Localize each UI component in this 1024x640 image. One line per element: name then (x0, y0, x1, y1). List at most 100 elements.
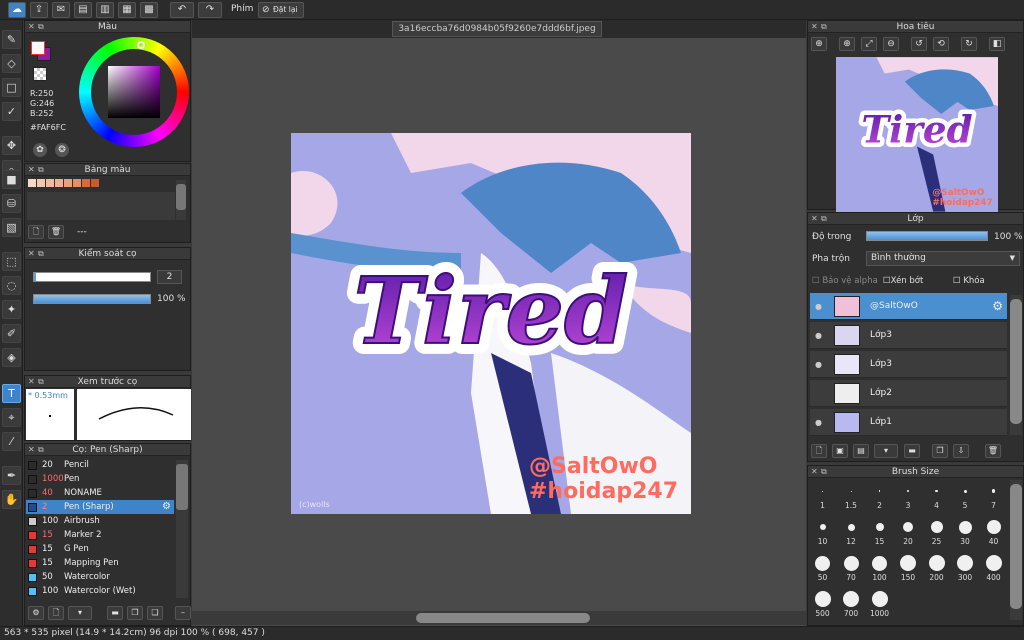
hand-tool-icon[interactable]: ✋ (2, 490, 21, 509)
brush-item[interactable]: 100 Watercolor (Wet) (26, 584, 174, 598)
brush-size-preset[interactable]: 3 (896, 481, 921, 510)
brush-size-preset[interactable]: 12 (839, 517, 864, 546)
trash-icon[interactable]: 🗑 (48, 225, 64, 239)
detach-icon[interactable]: ⧉ (821, 21, 827, 33)
brush-size-preset[interactable]: 7 (981, 481, 1006, 510)
lock-option[interactable]: ☐ Khóa (953, 276, 985, 286)
operation-tool-icon[interactable]: ⌖ (2, 408, 21, 427)
reset-button[interactable]: ⊘ Đặt lại (258, 2, 304, 18)
brush-item[interactable]: 15 Mapping Pen (26, 556, 174, 570)
brush-size-preset[interactable]: 30 (953, 517, 978, 546)
hue-ring[interactable] (79, 37, 189, 147)
brush-item[interactable]: 20 Pencil (26, 458, 174, 472)
note-icon[interactable]: ▤ (74, 2, 92, 18)
brush-item[interactable]: 2 Pen (Sharp) ⚙ (26, 500, 174, 514)
palette-icon[interactable]: ✿ (33, 143, 47, 157)
layer-opacity-slider[interactable] (866, 231, 988, 241)
eraser-tool-icon[interactable]: ◇ (2, 54, 21, 73)
layer-row[interactable]: ● Lớp3 (810, 322, 1007, 349)
palette-swatch[interactable] (46, 179, 54, 187)
detach-icon[interactable]: ⧉ (38, 21, 44, 33)
brush-size-preset[interactable]: 50 (810, 553, 835, 582)
layer-row[interactable]: ● Lớp1 (810, 409, 1007, 436)
visibility-icon[interactable]: ● (815, 293, 822, 320)
undo-icon[interactable]: ↶ (170, 2, 194, 18)
navigator-thumbnail[interactable]: Tired Tired @SaltOwO #hoidap247 (836, 57, 998, 212)
text-tool-icon[interactable]: T (2, 384, 21, 403)
brush-size-preset[interactable]: 700 (839, 589, 864, 618)
layer-row[interactable]: Lớp2 (810, 380, 1007, 407)
brush-size-preset[interactable]: 4 (924, 481, 949, 510)
zoom-out-icon[interactable]: ⊖ (883, 37, 899, 51)
palette-swatch[interactable] (28, 179, 36, 187)
protect-alpha-option[interactable]: ☐ Bảo vệ alpha (812, 276, 878, 286)
detach-icon[interactable]: ⧉ (821, 213, 827, 225)
artwork-canvas[interactable]: Tired Tired @SaltOwO #hoidap247 (c)wolls (291, 133, 691, 514)
palette-swatch[interactable] (82, 179, 90, 187)
flip-icon[interactable]: ◧ (989, 37, 1005, 51)
detach-icon[interactable]: ⧉ (38, 376, 44, 388)
brush-size-preset[interactable]: 15 (867, 517, 892, 546)
brush-size-preset[interactable]: 20 (896, 517, 921, 546)
brush-trash-icon[interactable]: – (175, 606, 191, 620)
color-mix-icon[interactable]: ❂ (55, 143, 69, 157)
document-tab[interactable]: 3a16eccba76d0984b05f9260e7ddd6bf.jpeg (392, 21, 602, 37)
new-palette-icon[interactable]: 🗋 (28, 225, 44, 239)
brush-size-preset[interactable]: 1.5 (839, 481, 864, 510)
pen-tool-icon[interactable]: ✒ (2, 466, 21, 485)
select-eraser-icon[interactable]: ◈ (2, 348, 21, 367)
brush-list-scrollbar[interactable] (176, 460, 188, 598)
gear-icon[interactable]: ⚙ (992, 293, 1003, 320)
clipping-option[interactable]: ☐Xén bớt (883, 276, 923, 286)
visibility-icon[interactable]: ● (815, 322, 822, 349)
brush-item[interactable]: 15 G Pen (26, 542, 174, 556)
brush-item[interactable]: 15 Marker 2 (26, 528, 174, 542)
redo-icon[interactable]: ↷ (198, 2, 222, 18)
export-icon[interactable]: ⇪ (30, 2, 48, 18)
brush-size-preset[interactable]: 5 (953, 481, 978, 510)
brush-size-preset[interactable]: 1 (810, 481, 835, 510)
layer-scrollbar[interactable] (1010, 295, 1022, 435)
brush-size-preset[interactable]: 500 (810, 589, 835, 618)
brush-size-preset[interactable]: 1000 (867, 589, 892, 618)
close-icon[interactable]: ✕ (28, 248, 35, 260)
brush-size-preset[interactable]: 400 (981, 553, 1006, 582)
brush-size-preset[interactable]: 10 (810, 517, 835, 546)
detach-icon[interactable]: ⧉ (38, 164, 44, 176)
delete-layer-icon[interactable]: 🗑 (985, 444, 1001, 458)
brush-size-preset[interactable]: 150 (896, 553, 921, 582)
layer-add-menu-icon[interactable]: ▾ (874, 444, 898, 458)
brush-opacity-slider[interactable] (33, 294, 151, 304)
gradient-tool-icon[interactable]: ▧ (2, 218, 21, 237)
brush-size-preset[interactable]: 70 (839, 553, 864, 582)
layer-row[interactable]: ● @SaltOwO ⚙ (810, 293, 1007, 320)
palette-swatch[interactable] (64, 179, 72, 187)
brush-menu-icon[interactable]: ▾ (68, 606, 92, 620)
canvas-h-scrollbar[interactable] (192, 611, 806, 625)
detach-icon[interactable]: ⧉ (38, 444, 44, 456)
brush-size-slider[interactable] (33, 272, 151, 282)
new-layer-1bit-icon[interactable]: ▤ (853, 444, 869, 458)
new-layer-icon[interactable]: 🗋 (811, 444, 827, 458)
bucket-tool-icon[interactable]: ⛁ (2, 194, 21, 213)
duplicate-icon[interactable]: ❏ (147, 606, 163, 620)
move-tool-icon[interactable]: ✥ (2, 136, 21, 155)
visibility-icon[interactable]: ● (815, 409, 822, 436)
palette-scrollbar[interactable] (176, 180, 186, 220)
brush-item[interactable]: 40 NONAME (26, 486, 174, 500)
magic-wand-icon[interactable]: ✦ (2, 300, 21, 319)
brush-new-icon[interactable]: 🗋 (48, 606, 64, 620)
zoom-in-icon[interactable]: ⊕ (839, 37, 855, 51)
detach-icon[interactable]: ⧉ (38, 248, 44, 260)
saturation-square[interactable] (108, 66, 160, 118)
panel-icon[interactable]: ▥ (96, 2, 114, 18)
brush-size-value[interactable]: 2 (157, 270, 182, 284)
marquee-tool-icon[interactable]: ⬚ (2, 252, 21, 271)
layout-icon[interactable]: ▦ (118, 2, 136, 18)
new-folder-icon[interactable]: ▬ (904, 444, 920, 458)
close-icon[interactable]: ✕ (811, 466, 818, 478)
brush-size-preset[interactable]: 2 (867, 481, 892, 510)
gear-icon[interactable]: ⚙ (162, 500, 171, 514)
palette-swatch[interactable] (37, 179, 45, 187)
rotate-right-icon[interactable]: ↻ (961, 37, 977, 51)
